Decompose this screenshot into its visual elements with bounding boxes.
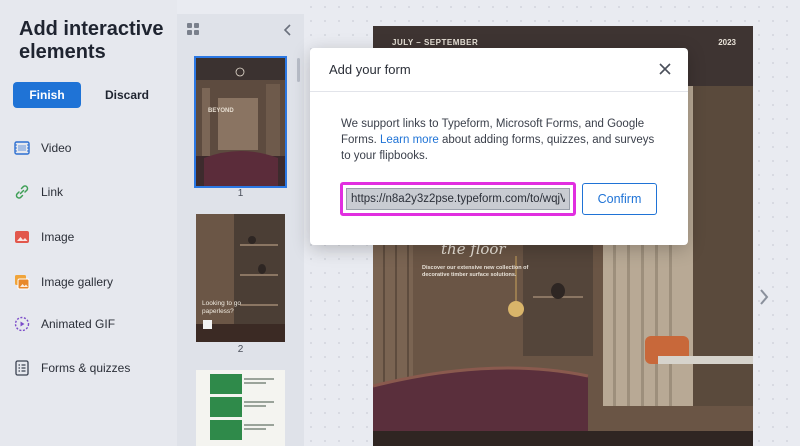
form-url-field-highlight (340, 182, 576, 216)
thumbnail-text: Looking to go paperless? (202, 300, 242, 315)
dialog-title: Add your form (329, 62, 411, 77)
image-gallery-icon (13, 273, 31, 291)
tool-animated-gif[interactable]: Animated GIF (13, 314, 115, 334)
thumbnail-text: BEYOND (208, 108, 234, 114)
collapse-panel-icon[interactable] (283, 23, 293, 41)
tool-image[interactable]: Image (13, 227, 74, 247)
discard-button[interactable]: Discard (96, 82, 158, 108)
page-description: Discover our extensive new collection of… (422, 265, 529, 278)
tool-image-gallery[interactable]: Image gallery (13, 272, 113, 292)
next-page-arrow-icon[interactable] (759, 288, 769, 311)
tool-label: Link (41, 185, 64, 199)
tool-label: Image (41, 230, 75, 244)
form-icon (13, 359, 31, 377)
page-header-year: 2023 (718, 38, 736, 47)
dialog-divider (310, 91, 688, 92)
dialog-description: We support links to Typeform, Microsoft … (341, 116, 661, 164)
tool-label: Video (41, 141, 72, 155)
page-thumbnails-panel: BEYOND 1 Looking to go paperless? 2 (177, 14, 304, 446)
link-icon (13, 183, 31, 201)
grid-view-icon[interactable] (186, 22, 200, 41)
form-url-input[interactable] (346, 188, 570, 210)
close-icon[interactable] (658, 62, 672, 76)
tool-link[interactable]: Link (13, 182, 63, 202)
gif-icon (13, 315, 31, 333)
tool-forms-quizzes[interactable]: Forms & quizzes (13, 358, 130, 378)
panel-title: Add interactive elements (19, 18, 164, 63)
page-header-date: JULY – SEPTEMBER (392, 38, 479, 47)
page-number: 1 (237, 188, 244, 199)
thumbnail-scrollbar[interactable] (297, 58, 300, 82)
video-icon (13, 139, 31, 157)
tool-label: Forms & quizzes (41, 361, 131, 375)
page-thumbnail-2[interactable]: Looking to go paperless? (196, 214, 285, 342)
page-thumbnail-1[interactable]: BEYOND (194, 56, 287, 188)
tool-label: Animated GIF (41, 317, 116, 331)
page-number: 2 (237, 344, 244, 355)
tool-label: Image gallery (41, 275, 114, 289)
tool-video[interactable]: Video (13, 138, 71, 158)
add-form-dialog: Add your form We support links to Typefo… (310, 48, 688, 245)
finish-button[interactable]: Finish (13, 82, 81, 108)
learn-more-link[interactable]: Learn more (380, 134, 439, 146)
page-thumbnail-3[interactable] (196, 370, 285, 446)
image-icon (13, 228, 31, 246)
confirm-button[interactable]: Confirm (582, 183, 657, 215)
interactive-elements-panel: Add interactive elements Finish Discard … (0, 0, 177, 446)
